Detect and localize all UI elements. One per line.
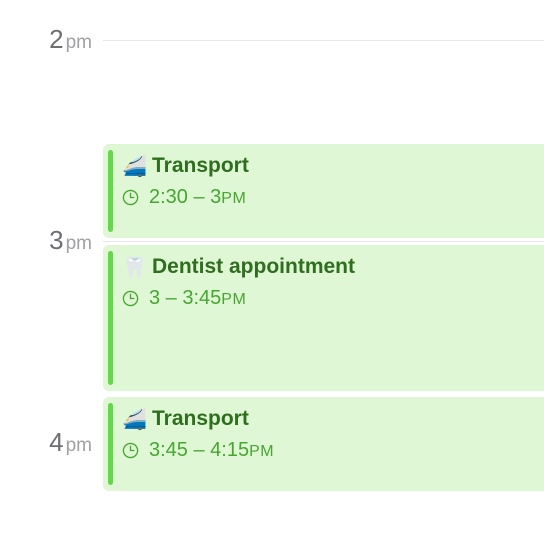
calendar-event[interactable]: 🚄 Transport 2:30 – 3PM xyxy=(103,144,544,238)
hour-suffix: pm xyxy=(65,233,92,254)
hour-suffix: pm xyxy=(65,32,92,53)
event-title: 🚄 Transport xyxy=(122,154,249,179)
train-icon: 🚄 xyxy=(122,409,147,431)
event-time-ampm: PM xyxy=(221,291,247,308)
event-title-text: Dentist appointment xyxy=(152,255,355,278)
event-time-ampm: PM xyxy=(249,443,275,460)
hour-gridline-2pm xyxy=(103,40,544,41)
hour-number: 2 xyxy=(49,24,64,54)
calendar-event[interactable]: 🚄 Transport 3:45 – 4:15PM xyxy=(103,397,544,491)
clock-icon xyxy=(122,290,139,307)
event-title-text: Transport xyxy=(152,407,249,430)
event-time-range: 2:30 – 3 xyxy=(149,186,222,208)
event-time-ampm: PM xyxy=(221,190,247,207)
hour-number: 3 xyxy=(49,225,64,255)
event-time: 3:45 – 4:15PM xyxy=(122,439,274,462)
event-title-text: Transport xyxy=(152,154,249,177)
hour-gridline-3pm xyxy=(103,241,544,242)
event-time: 3 – 3:45PM xyxy=(122,287,246,310)
hour-suffix: pm xyxy=(65,435,92,456)
event-time-range: 3:45 – 4:15 xyxy=(149,439,250,461)
event-time-range: 3 – 3:45 xyxy=(149,287,222,309)
event-color-bar xyxy=(108,150,113,232)
event-time: 2:30 – 3PM xyxy=(122,186,246,209)
event-color-bar xyxy=(108,403,113,485)
train-icon: 🚄 xyxy=(122,156,147,178)
hour-label-4pm: 4 pm xyxy=(0,427,92,458)
event-color-bar xyxy=(108,251,113,385)
hour-label-2pm: 2 pm xyxy=(0,24,92,55)
calendar-event[interactable]: 🦷 Dentist appointment 3 – 3:45PM xyxy=(103,245,544,391)
clock-icon xyxy=(122,189,139,206)
event-title: 🚄 Transport xyxy=(122,407,249,432)
hour-number: 4 xyxy=(49,427,64,457)
event-title: 🦷 Dentist appointment xyxy=(122,255,355,280)
tooth-icon: 🦷 xyxy=(122,257,147,279)
hour-label-3pm: 3 pm xyxy=(0,225,92,256)
clock-icon xyxy=(122,442,139,459)
